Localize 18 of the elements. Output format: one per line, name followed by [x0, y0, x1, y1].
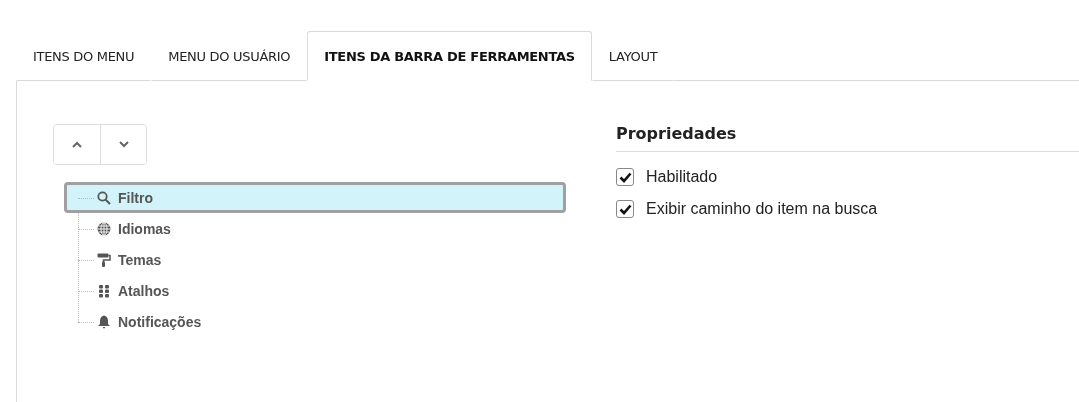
checkbox[interactable] — [616, 168, 634, 186]
tree-item[interactable]: Temas — [64, 244, 566, 275]
globe-icon — [97, 221, 111, 236]
checkbox-label: Habilitado — [646, 168, 718, 186]
grid-icon — [97, 283, 111, 298]
search-icon — [97, 190, 111, 205]
section-title: Propriedades — [616, 124, 1079, 152]
caret-up-icon — [72, 141, 82, 148]
checkbox-label: Exibir caminho do item na busca — [646, 200, 878, 218]
bell-icon — [97, 314, 111, 329]
tree-item[interactable]: Idiomas — [64, 213, 566, 244]
tree-item[interactable]: Filtro — [64, 182, 566, 213]
checkbox[interactable] — [616, 200, 634, 218]
caret-down-icon — [118, 141, 129, 148]
tree-item[interactable]: Atalhos — [64, 275, 566, 306]
tab[interactable]: ITENS DA BARRA DE FERRAMENTAS — [307, 31, 592, 81]
paint-roller-icon — [97, 252, 111, 267]
tree-item[interactable]: Notificações — [64, 306, 566, 337]
